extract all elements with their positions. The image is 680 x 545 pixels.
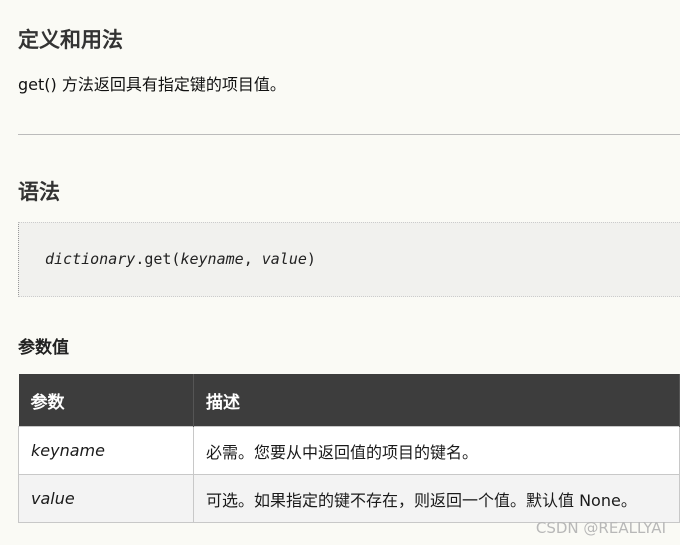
table-row: value 可选。如果指定的键不存在，则返回一个值。默认值 None。	[18, 474, 680, 523]
param-name-cell: value	[18, 474, 194, 523]
syntax-heading: 语法	[18, 180, 60, 204]
watermark: CSDN @REALLYAI	[535, 519, 666, 537]
definition-heading: 定义和用法	[18, 28, 123, 52]
code-object: dictionary	[45, 250, 136, 268]
syntax-code-block: dictionary.get(keyname, value)	[18, 222, 680, 297]
column-header-desc: 描述	[193, 374, 680, 427]
code-param-keyname: keyname	[180, 250, 244, 268]
table-header-row: 参数 描述	[18, 374, 680, 427]
syntax-code-line: dictionary.get(keyname, value)	[45, 250, 316, 268]
table-row: keyname 必需。您要从中返回值的项目的键名。	[18, 426, 680, 475]
code-separator: ,	[243, 250, 262, 268]
code-param-value: value	[261, 250, 307, 268]
param-desc-cell: 可选。如果指定的键不存在，则返回一个值。默认值 None。	[193, 474, 680, 523]
param-name-cell: keyname	[18, 426, 194, 475]
code-method: .get(	[135, 250, 181, 268]
code-close: )	[306, 250, 316, 268]
column-header-param: 参数	[18, 374, 194, 427]
definition-text: get() 方法返回具有指定键的项目值。	[18, 75, 286, 94]
params-table: 参数 描述 keyname 必需。您要从中返回值的项目的键名。 value 可选…	[18, 374, 680, 523]
divider	[18, 134, 680, 135]
params-heading: 参数值	[18, 338, 69, 358]
param-desc-cell: 必需。您要从中返回值的项目的键名。	[193, 426, 680, 475]
